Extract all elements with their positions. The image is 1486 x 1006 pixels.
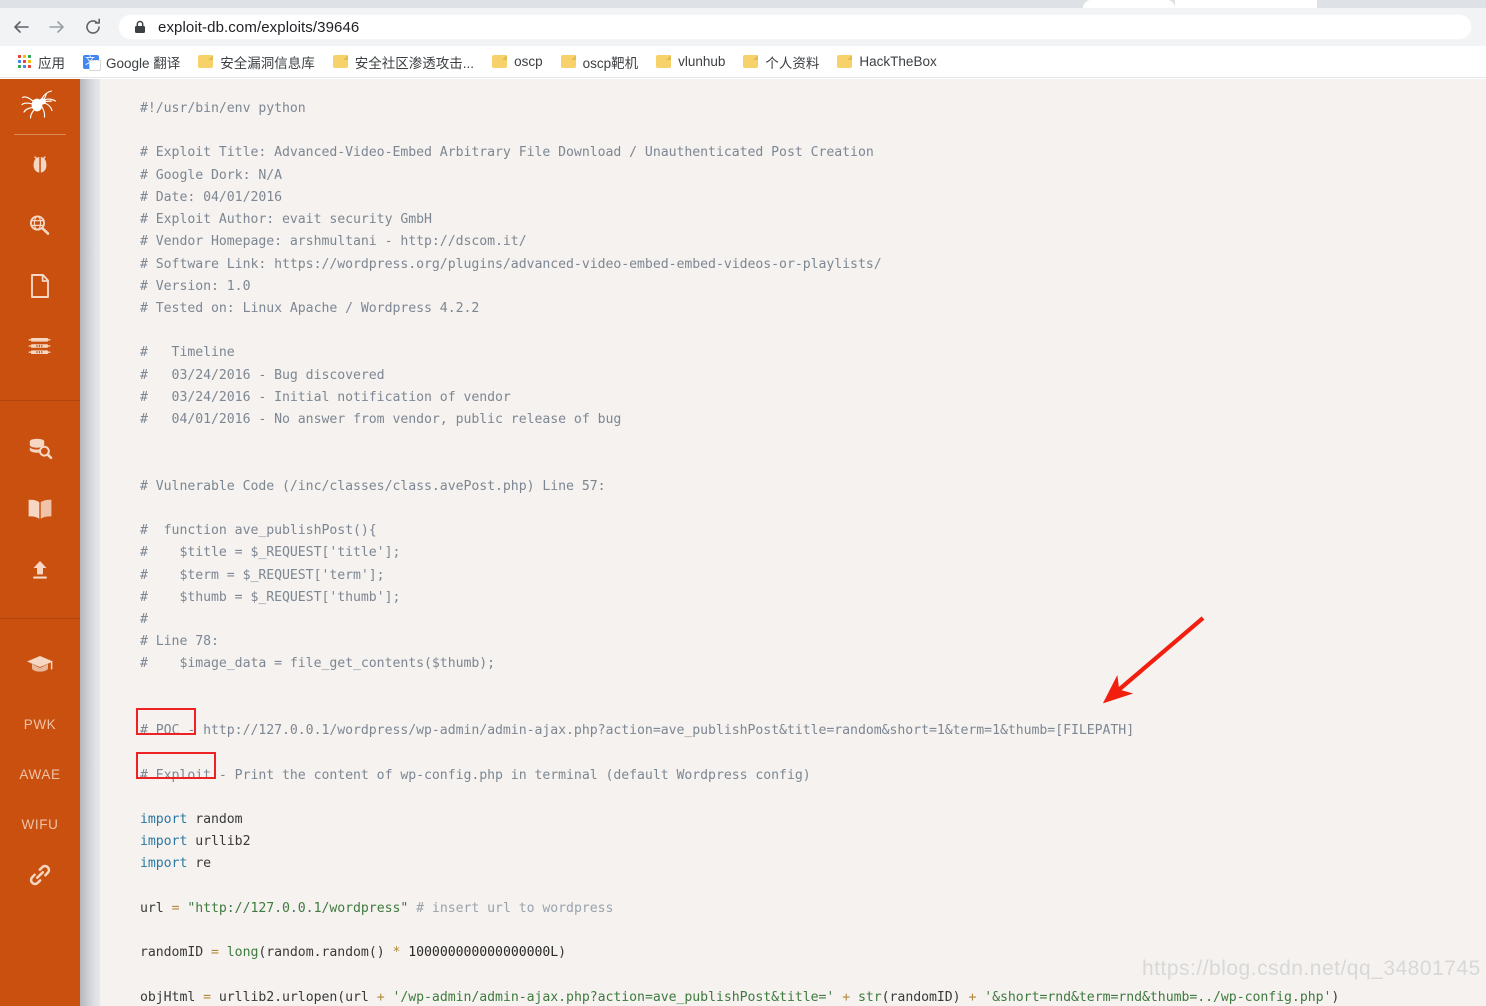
address-bar[interactable]: exploit-db.com/exploits/39646 <box>118 14 1472 40</box>
browser-toolbar: exploit-db.com/exploits/39646 <box>0 8 1486 46</box>
sidebar-item-submit[interactable] <box>0 542 80 602</box>
sidebar-separator <box>0 400 80 401</box>
sidebar-item-home[interactable] <box>0 79 80 134</box>
document-icon <box>28 272 52 305</box>
folder-icon <box>560 55 576 68</box>
sidebar-item-papers[interactable] <box>0 258 80 318</box>
bookmark-label: Google 翻译 <box>106 55 181 71</box>
sidebar-item-gsearch[interactable] <box>0 197 80 258</box>
sidebar-item-pwk[interactable]: PWK <box>0 699 80 749</box>
bookmark-label: oscp靶机 <box>582 55 639 71</box>
folder-icon <box>332 55 348 68</box>
bookmark-item-google-translate[interactable]: 文A Google 翻译 <box>75 50 188 74</box>
folder-icon <box>198 55 214 68</box>
book-icon <box>25 497 55 526</box>
apps-grid-icon <box>18 55 31 68</box>
tab-active[interactable] <box>1083 0 1175 8</box>
bookmark-item-4[interactable]: oscp靶机 <box>553 50 647 74</box>
bookmark-item-6[interactable]: 个人资料 <box>735 50 827 74</box>
folder-icon <box>837 55 853 68</box>
sidebar-item-shellcodes[interactable] <box>0 318 80 378</box>
bookmark-label: vlunhub <box>678 54 726 69</box>
back-arrow-icon <box>11 17 31 37</box>
spider-logo-icon <box>20 88 60 125</box>
exploitdb-sidebar: PWK AWAE WIFU <box>0 79 80 1006</box>
bookmark-item-5[interactable]: vlunhub <box>648 50 733 74</box>
sidebar-item-label: PWK <box>23 716 57 732</box>
sidebar-item-wifu[interactable]: WIFU <box>0 799 80 849</box>
bookmark-label: oscp <box>514 54 543 69</box>
bookmark-label: HackTheBox <box>859 54 937 69</box>
folder-icon <box>656 55 672 68</box>
database-search-icon <box>26 435 54 466</box>
sidebar-item-exploits[interactable] <box>0 135 80 197</box>
sidebar-shadow <box>80 79 100 1006</box>
exploit-content-pane: #!/usr/bin/env python # Exploit Title: A… <box>100 79 1486 1006</box>
sidebar-item-docs[interactable] <box>0 481 80 542</box>
chain-link-icon <box>27 862 53 893</box>
exploit-source-code: #!/usr/bin/env python # Exploit Title: A… <box>140 101 1340 1005</box>
tab-spacer <box>1175 0 1317 8</box>
page-viewport: PWK AWAE WIFU #!/usr/bin/env python # Ex… <box>0 79 1486 1006</box>
url-text: exploit-db.com/exploits/39646 <box>158 18 360 36</box>
tab-strip <box>0 0 1486 8</box>
sidebar-item-label: WIFU <box>21 816 59 832</box>
sidebar-item-links[interactable] <box>0 849 80 905</box>
bookmark-label: 安全漏洞信息库 <box>220 55 315 71</box>
browser-window: exploit-db.com/exploits/39646 应用 文A Goog… <box>0 0 1486 1006</box>
bookmark-label: 个人资料 <box>765 55 820 71</box>
sidebar-separator-2 <box>0 618 80 619</box>
bookmark-item-1[interactable]: 安全漏洞信息库 <box>190 50 323 74</box>
bookmark-item-2[interactable]: 安全社区渗透攻击... <box>325 50 482 74</box>
upload-icon <box>27 557 53 588</box>
folder-icon <box>743 55 759 68</box>
back-button[interactable] <box>6 12 36 42</box>
sidebar-item-awae[interactable]: AWAE <box>0 749 80 799</box>
lock-icon <box>134 20 146 34</box>
sidebar-item-label: AWAE <box>19 766 61 782</box>
sidebar-item-training[interactable] <box>0 633 80 699</box>
bookmark-item-7[interactable]: HackTheBox <box>829 50 944 74</box>
bookmark-label: 安全社区渗透攻击... <box>354 55 475 71</box>
google-translate-icon: 文A <box>83 54 101 71</box>
bookmarks-bar: 应用 文A Google 翻译 安全漏洞信息库 安全社区渗透攻击... oscp… <box>0 46 1486 78</box>
graduation-cap-icon <box>25 652 55 681</box>
bookmark-apps-label: 应用 <box>38 55 65 71</box>
shellcode-icon <box>26 333 54 364</box>
globe-search-icon <box>26 212 54 243</box>
bug-icon <box>27 151 53 182</box>
forward-button[interactable] <box>42 12 72 42</box>
reload-icon <box>83 17 103 37</box>
bookmark-apps[interactable]: 应用 <box>10 50 73 74</box>
sidebar-item-gdb-search[interactable] <box>0 419 80 481</box>
forward-arrow-icon <box>47 17 67 37</box>
folder-icon <box>492 55 508 68</box>
reload-button[interactable] <box>78 12 108 42</box>
bookmark-item-3[interactable]: oscp <box>484 50 551 74</box>
